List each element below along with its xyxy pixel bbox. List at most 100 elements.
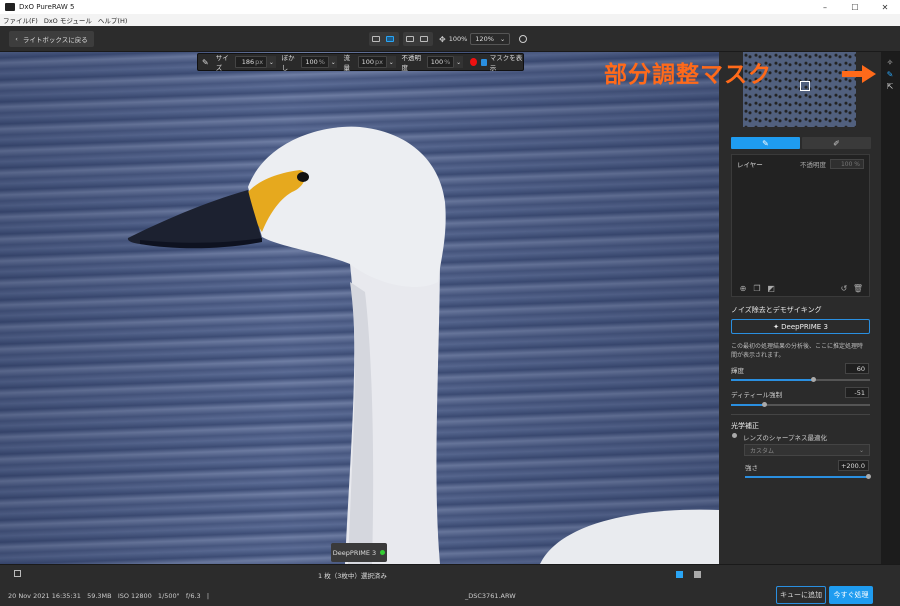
luminance-fill	[731, 379, 815, 381]
add-to-queue-button[interactable]: キューに追加	[776, 586, 826, 604]
chevron-left-icon: ‹	[15, 35, 18, 43]
info-icon[interactable]	[519, 35, 527, 43]
menu-help[interactable]: ヘルプ(H)	[95, 15, 130, 25]
layer-opacity-input[interactable]: 100 %	[830, 159, 864, 169]
feather-unit: %	[318, 58, 325, 66]
flow-unit: px	[375, 58, 383, 66]
copy-icon[interactable]	[14, 570, 21, 577]
strength-slider[interactable]	[745, 474, 871, 479]
view-mode-group	[369, 32, 399, 46]
menu-dxo-module[interactable]: DxO モジュール	[41, 15, 95, 25]
status-dot-icon	[380, 550, 386, 555]
file-name: _DSC3761.ARW	[465, 592, 516, 600]
image-viewer[interactable]: DeepPRIME 3	[0, 52, 719, 564]
zoom-select[interactable]: 120% ⌄	[470, 33, 511, 45]
luminance-slider[interactable]	[731, 377, 870, 382]
single-view-icon[interactable]	[370, 33, 382, 45]
strength-fill	[745, 476, 869, 478]
deepprime-button[interactable]: ✦ DeepPRIME 3	[731, 319, 870, 334]
selection-count: 1 枚（3枚中）選択済み	[318, 572, 387, 580]
layer-label: レイヤー	[737, 161, 763, 169]
brush-size-dropdown[interactable]: ⌄	[267, 56, 276, 68]
top-toolbar: ‹ ライトボックスに戻る ✥ 100% 120% ⌄	[0, 26, 900, 52]
annotation-label: 部分調整マスク	[604, 62, 772, 88]
reset-layer-icon[interactable]: ↺	[837, 283, 851, 293]
title-bar: DxO PureRAW 5 – ☐ ✕	[0, 0, 900, 14]
mask-color-swatch[interactable]	[469, 58, 477, 66]
delete-layer-icon[interactable]: 🗑	[851, 283, 865, 293]
add-layer-icon[interactable]: ⊕	[736, 283, 750, 293]
luminance-label: 輝度	[731, 367, 744, 375]
processing-description: この最初の処理結果の分析後、ここに推定処理時間が表示されます。	[731, 343, 864, 359]
noise-section-title: ノイズ除去とデモザイキング	[731, 306, 822, 314]
strength-input[interactable]: +200.0	[838, 460, 869, 471]
zoom-select-value: 120%	[475, 35, 494, 43]
back-to-lightbox-button[interactable]: ‹ ライトボックスに戻る	[9, 31, 94, 47]
compare-single-icon[interactable]	[404, 33, 416, 45]
zoom-100-button[interactable]: 100%	[449, 35, 468, 43]
filmstrip-view-icon[interactable]	[694, 571, 701, 578]
brush-size-input[interactable]: 186 px	[235, 56, 268, 68]
show-mask-checkbox[interactable]	[480, 58, 487, 66]
detail-fill	[731, 404, 766, 406]
sparkle-icon[interactable]: ✧	[885, 57, 895, 67]
app-logo-icon	[5, 3, 15, 11]
eraser-tab[interactable]: ✐	[802, 137, 871, 149]
chevron-down-icon: ⌄	[499, 35, 506, 43]
feather-label: ぼかし	[281, 54, 295, 72]
flow-label: 流量	[343, 54, 350, 72]
maximize-button[interactable]: ☐	[840, 0, 870, 14]
brush-tab[interactable]: ✎	[731, 137, 800, 149]
compare-group	[403, 32, 433, 46]
flow-input[interactable]: 100 px	[357, 56, 387, 68]
menu-file[interactable]: ファイル(F)	[0, 15, 41, 25]
feather-input[interactable]: 100%	[301, 56, 329, 68]
export-icon[interactable]: ⇱	[885, 81, 895, 91]
flow-dropdown[interactable]: ⌄	[387, 56, 396, 68]
photo-metadata: 20 Nov 2021 16:35:31 59.3MB ISO 12800 1/…	[8, 592, 210, 600]
minimize-button[interactable]: –	[810, 0, 840, 14]
show-mask-label: マスクを表示	[489, 54, 523, 72]
feather-value: 100	[305, 58, 318, 66]
detail-slider[interactable]	[731, 402, 870, 407]
opacity-label: 不透明度	[401, 54, 422, 72]
brush-icon: ✎	[202, 57, 209, 67]
grid-view-icon[interactable]	[676, 571, 683, 578]
local-adjust-brush-icon[interactable]: ✎	[885, 69, 895, 79]
lens-preset-select[interactable]: カスタム ⌄	[744, 444, 870, 456]
opacity-unit: %	[444, 58, 451, 66]
luminance-input[interactable]: 60	[845, 363, 869, 374]
navigator-frame[interactable]	[800, 81, 810, 91]
chevron-down-icon: ⌄	[858, 446, 864, 454]
invert-mask-icon[interactable]: ◩	[764, 283, 778, 293]
side-tool-strip	[881, 52, 900, 564]
section-divider	[731, 414, 870, 415]
lens-sharpness-toggle[interactable]	[732, 433, 737, 438]
lens-preset-value: カスタム	[750, 447, 775, 455]
zoom-group: ✥ 100% 120% ⌄	[437, 32, 512, 46]
lens-sharpness-label: レンズのシャープネス最適化	[743, 434, 827, 442]
brush-size-label: サイズ	[215, 54, 229, 72]
brush-size-value: 186	[241, 58, 255, 66]
optics-section-title: 光学補正	[731, 422, 759, 430]
detail-input[interactable]: -51	[845, 387, 869, 398]
window-controls: – ☐ ✕	[810, 0, 900, 14]
opacity-dropdown[interactable]: ⌄	[454, 56, 463, 68]
brush-tab-icon: ✎	[762, 138, 769, 148]
flow-value: 100	[361, 58, 375, 66]
layer-box: レイヤー 不透明度 100 % ⊕ ❐ ◩ ↺ 🗑	[731, 154, 870, 297]
feather-dropdown[interactable]: ⌄	[328, 56, 338, 68]
strength-knob[interactable]	[866, 474, 871, 479]
opacity-input[interactable]: 100%	[426, 56, 455, 68]
window-title: DxO PureRAW 5	[19, 3, 75, 11]
move-icon[interactable]: ✥	[439, 35, 446, 44]
swan-photo	[127, 126, 719, 564]
duplicate-layer-icon[interactable]: ❐	[750, 283, 764, 293]
close-button[interactable]: ✕	[870, 0, 900, 14]
deepprime-badge-label: DeepPRIME 3	[332, 548, 377, 557]
compare-split-icon[interactable]	[418, 33, 430, 45]
split-panel-icon[interactable]	[384, 33, 396, 45]
process-now-button[interactable]: 今すぐ処理	[829, 586, 873, 604]
deepprime-badge: DeepPRIME 3	[331, 543, 387, 562]
eraser-tab-icon: ✐	[833, 138, 840, 148]
